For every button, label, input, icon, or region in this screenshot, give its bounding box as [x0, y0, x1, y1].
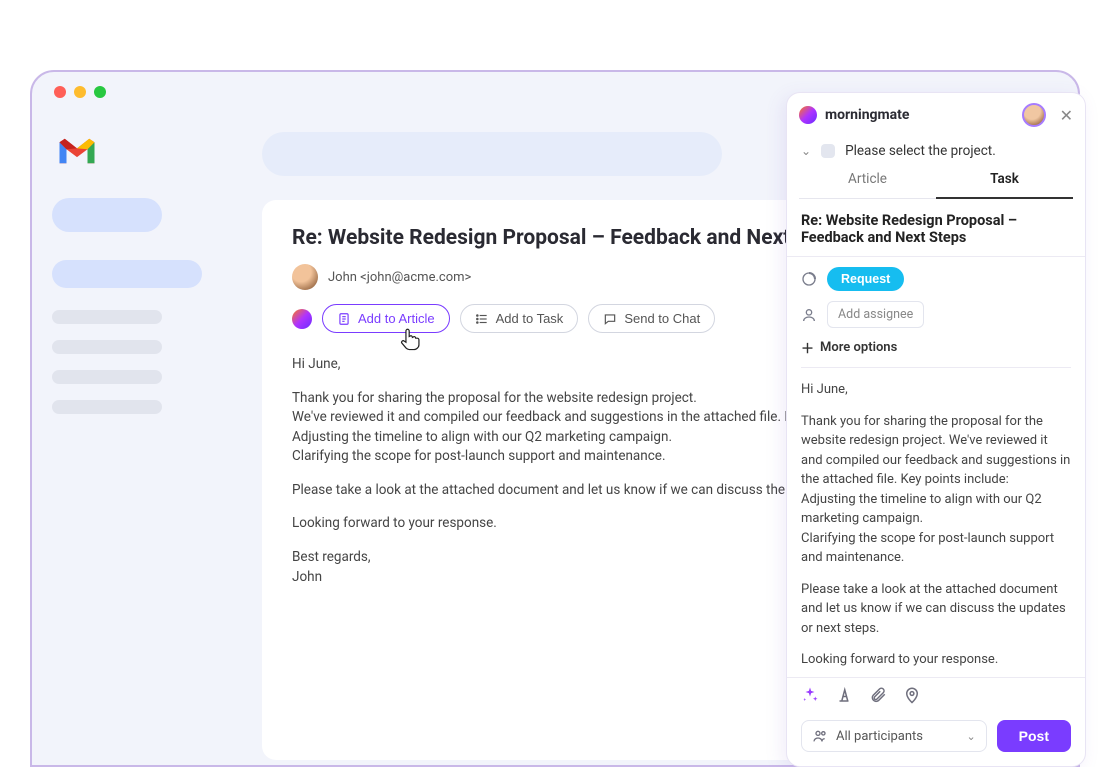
morningmate-logo-icon — [799, 106, 817, 124]
task-greeting: Hi June, — [801, 380, 1071, 400]
minimize-window-button[interactable] — [74, 86, 86, 98]
text-format-icon[interactable] — [835, 686, 853, 704]
more-options-toggle[interactable]: ＋ More options — [801, 338, 1071, 357]
sidebar-item-placeholder[interactable] — [52, 310, 162, 324]
add-to-task-label: Add to Task — [496, 311, 564, 326]
status-icon — [801, 271, 817, 287]
request-status-button[interactable]: Request — [827, 267, 904, 291]
sidebar-item-placeholder[interactable] — [52, 370, 162, 384]
panel-tabs: Article Task — [787, 163, 1085, 200]
editor-toolbar — [787, 677, 1085, 712]
project-selector-label: Please select the project. — [845, 143, 996, 159]
location-icon[interactable] — [903, 686, 921, 704]
task-list-icon — [475, 312, 489, 326]
plus-icon: ＋ — [801, 338, 814, 357]
assignee-placeholder: Add assignee — [838, 307, 913, 322]
tab-task-label: Task — [990, 171, 1019, 187]
add-to-article-button[interactable]: Add to Article — [322, 304, 450, 333]
sender-avatar — [292, 264, 318, 290]
assignee-input[interactable]: Add assignee — [827, 301, 924, 328]
task-line: Please take a look at the attached docum… — [801, 580, 1071, 639]
send-to-chat-button[interactable]: Send to Chat — [588, 304, 715, 333]
add-to-article-label: Add to Article — [358, 311, 435, 326]
gmail-logo-icon — [56, 134, 98, 168]
post-label: Post — [1019, 728, 1049, 744]
sparkle-ai-icon[interactable] — [801, 686, 819, 704]
maximize-window-button[interactable] — [94, 86, 106, 98]
morningmate-badge-icon — [292, 309, 312, 329]
compose-button-placeholder[interactable] — [52, 198, 162, 232]
chat-icon — [603, 312, 617, 326]
request-label: Request — [841, 272, 890, 286]
panel-task-title: Re: Website Redesign Proposal – Feedback… — [787, 200, 1085, 257]
chevron-down-icon: ⌄ — [966, 730, 975, 743]
article-icon — [337, 312, 351, 326]
gmail-sidebar — [32, 112, 262, 765]
attachment-icon[interactable] — [869, 686, 887, 704]
task-line: Adjusting the timeline to align with our… — [801, 492, 1042, 527]
participants-label: All participants — [836, 729, 923, 744]
people-icon — [812, 728, 828, 744]
sender-text: John <john@acme.com> — [328, 270, 471, 285]
post-button[interactable]: Post — [997, 720, 1071, 752]
task-line: Looking forward to your response. — [801, 650, 1071, 670]
send-to-chat-label: Send to Chat — [624, 311, 700, 326]
panel-header: morningmate ✕ — [787, 93, 1085, 137]
project-selector[interactable]: ⌄ Please select the project. — [787, 137, 1085, 163]
sidebar-item-placeholder[interactable] — [52, 340, 162, 354]
project-color-swatch — [821, 144, 835, 158]
tab-article-label: Article — [848, 171, 887, 187]
close-window-button[interactable] — [54, 86, 66, 98]
sidebar-item-placeholder[interactable] — [52, 400, 162, 414]
pointer-cursor-icon — [397, 326, 423, 352]
task-line: Clarifying the scope for post-launch sup… — [801, 531, 1054, 566]
user-avatar[interactable] — [1022, 103, 1046, 127]
add-to-task-button[interactable]: Add to Task — [460, 304, 579, 333]
morningmate-panel: morningmate ✕ ⌄ Please select the projec… — [786, 92, 1086, 767]
inbox-item-placeholder[interactable] — [52, 260, 202, 288]
tab-article[interactable]: Article — [799, 163, 936, 199]
participants-dropdown[interactable]: All participants ⌄ — [801, 720, 987, 752]
tab-task[interactable]: Task — [936, 163, 1073, 199]
panel-brand-text: morningmate — [825, 107, 909, 123]
search-bar-placeholder[interactable] — [262, 132, 722, 176]
panel-controls: Request Add assignee ＋ More options — [787, 257, 1085, 357]
task-line: Thank you for sharing the proposal for t… — [801, 414, 1070, 488]
panel-footer: All participants ⌄ Post — [787, 712, 1085, 766]
panel-task-body[interactable]: Hi June, Thank you for sharing the propo… — [787, 368, 1085, 677]
panel-close-button[interactable]: ✕ — [1060, 106, 1073, 125]
chevron-down-icon: ⌄ — [801, 144, 811, 158]
more-options-label: More options — [820, 340, 897, 355]
person-icon — [801, 307, 817, 323]
